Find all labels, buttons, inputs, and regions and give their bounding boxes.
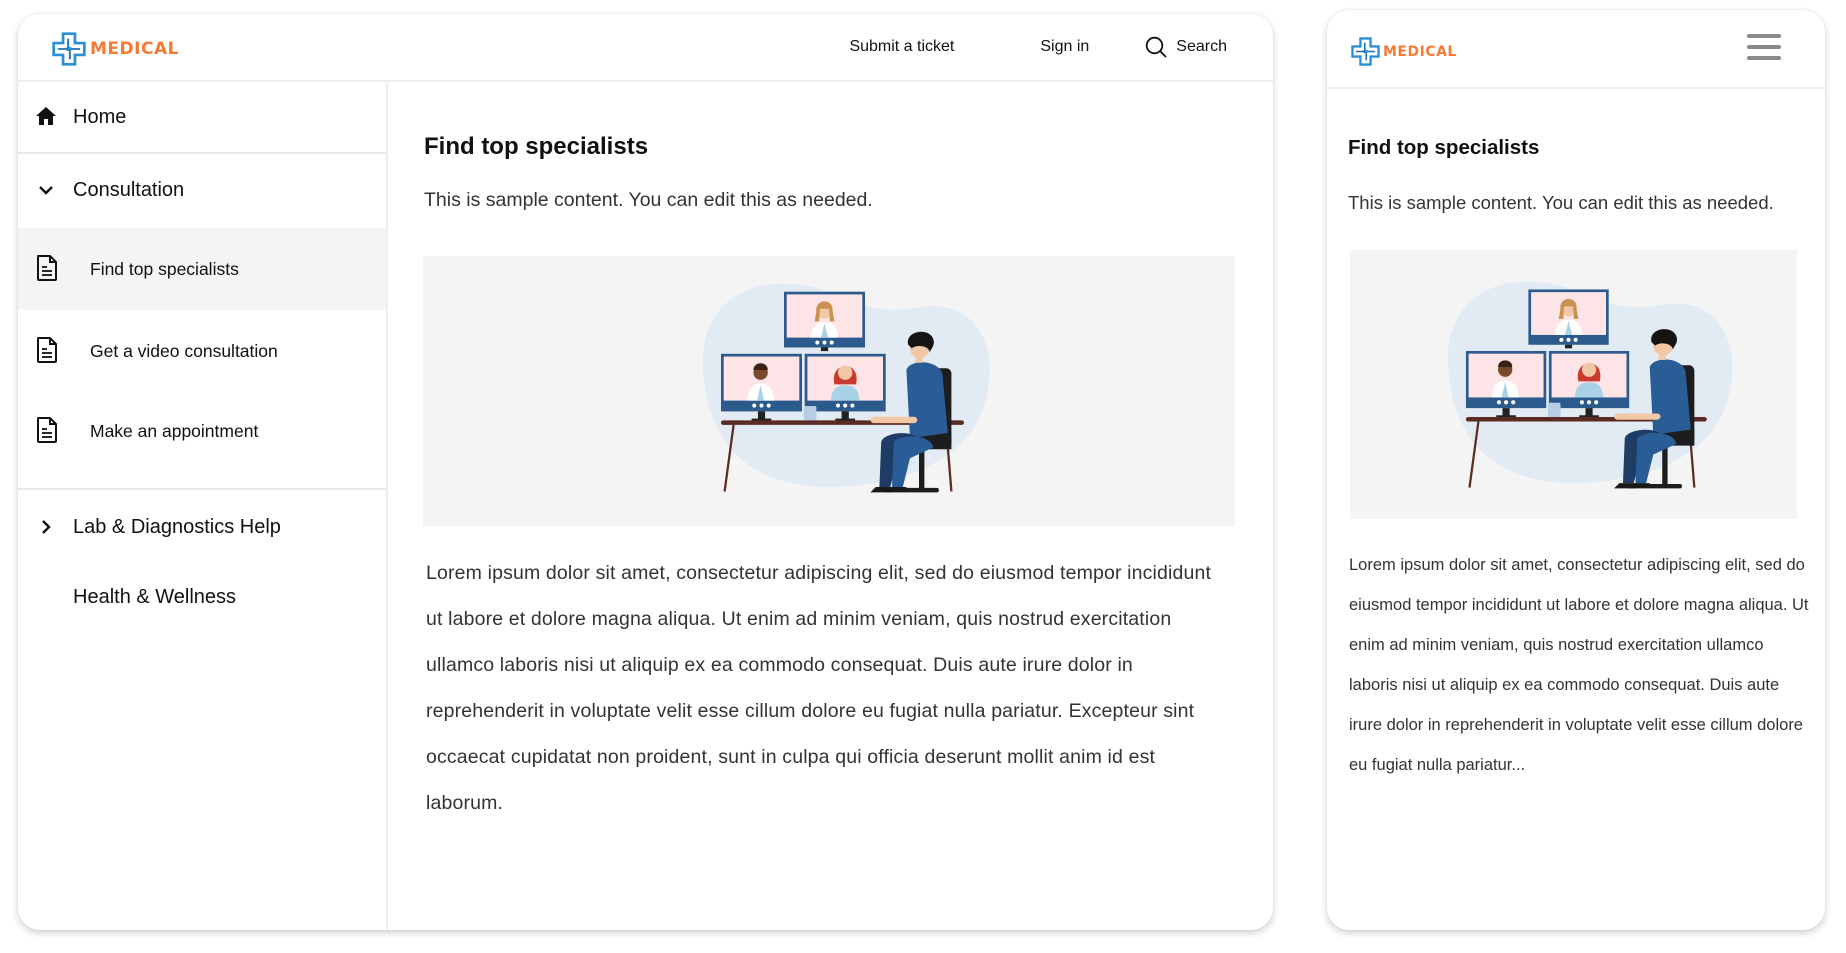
document-icon <box>35 336 59 364</box>
page-subtitle: This is sample content. You can edit thi… <box>424 189 873 211</box>
home-icon <box>34 104 58 128</box>
sidebar-item-label: Home <box>73 105 127 128</box>
chevron-down-icon <box>36 180 56 200</box>
sidebar-item-get-a-video-consultation[interactable]: Get a video consultation <box>18 310 386 392</box>
sidebar-item-consultation[interactable]: Consultation <box>18 154 386 226</box>
search-label: Search <box>1176 38 1227 55</box>
search-button[interactable]: Search <box>1145 36 1227 58</box>
hamburger-menu-icon[interactable] <box>1747 34 1781 60</box>
desktop-preview: MEDICAL Submit a ticket Sign in Search H… <box>18 14 1273 930</box>
sign-in-link[interactable]: Sign in <box>1040 38 1089 56</box>
body-paragraph: Lorem ipsum dolor sit amet, consectetur … <box>426 562 1212 814</box>
site-header: MEDICAL Submit a ticket Sign in Search <box>18 14 1273 82</box>
video-consultation-illustration <box>423 256 1235 526</box>
sidebar-item-label: Make an appointment <box>90 420 259 441</box>
mobile-preview: MEDICAL Find top specialists This is sam… <box>1327 10 1825 930</box>
document-icon <box>35 254 59 282</box>
brand-logo[interactable]: MEDICAL <box>1351 37 1457 66</box>
medical-cross-icon <box>1351 37 1380 66</box>
body-paragraph: Lorem ipsum dolor sit amet, consectetur … <box>1349 556 1809 774</box>
search-icon <box>1146 36 1167 58</box>
sidebar-item-lab-diagnostics-help[interactable]: Lab & Diagnostics Help <box>18 492 386 562</box>
mobile-header: MEDICAL <box>1327 10 1825 89</box>
medical-cross-icon <box>52 32 86 66</box>
sidebar-divider <box>18 488 386 490</box>
sidebar-item-health-wellness[interactable]: Health & Wellness <box>18 562 386 632</box>
sidebar-item-make-an-appointment[interactable]: Make an appointment <box>18 392 386 470</box>
video-consultation-illustration <box>1350 250 1797 519</box>
brand-name: MEDICAL <box>1383 43 1457 60</box>
page-title: Find top specialists <box>1348 136 1540 159</box>
submit-ticket-link[interactable]: Submit a ticket <box>849 38 954 56</box>
top-nav: Submit a ticket Sign in Search <box>849 14 1227 80</box>
page-title: Find top specialists <box>424 133 649 160</box>
sidebar-nav: Home Consultation Find top specialists G… <box>18 82 388 930</box>
sidebar-item-label: Health & Wellness <box>73 585 237 608</box>
sidebar-item-find-top-specialists[interactable]: Find top specialists <box>18 228 386 310</box>
sidebar-item-home[interactable]: Home <box>18 82 386 152</box>
brand-logo[interactable]: MEDICAL <box>52 32 179 66</box>
main-content: Find top specialists This is sample cont… <box>388 82 1273 930</box>
brand-name: MEDICAL <box>90 39 179 59</box>
sidebar-item-label: Get a video consultation <box>90 340 278 361</box>
sidebar-item-label: Lab & Diagnostics Help <box>73 515 281 538</box>
page-subtitle: This is sample content. You can edit thi… <box>1348 192 1774 213</box>
chevron-right-icon <box>38 517 54 537</box>
sidebar-item-label: Find top specialists <box>90 258 239 279</box>
sidebar-item-label: Consultation <box>73 178 185 201</box>
document-icon <box>35 416 59 444</box>
